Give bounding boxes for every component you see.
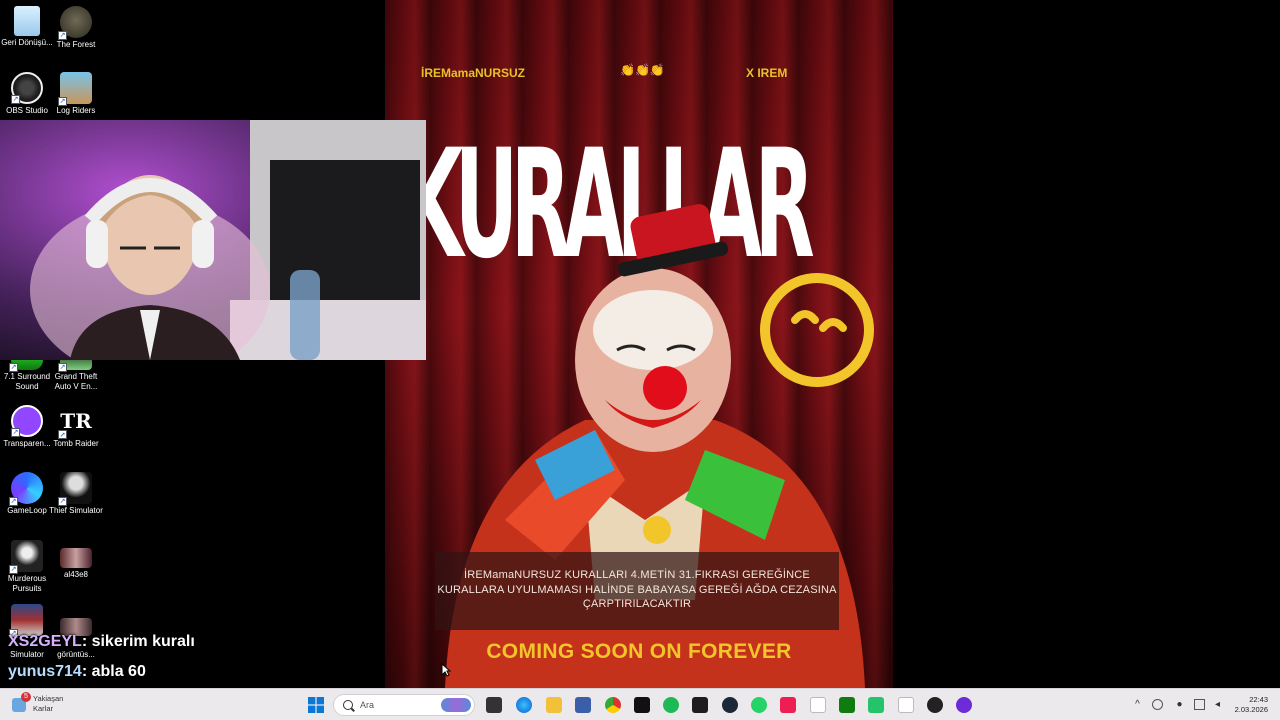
weather-text: Yakiaşan Karlar: [33, 694, 63, 714]
poster-caption-box: İREMamaNURSUZ KURALLARI 4.METİN 31.FIKRA…: [435, 552, 839, 630]
desktop-icon-label: The Forest: [56, 40, 96, 49]
desktop-icon-label: Tomb Raider: [53, 439, 99, 448]
poster-clap-emojis: 👏👏👏: [620, 63, 665, 77]
weather-line-2: Karlar: [33, 704, 54, 713]
desktop-icon-label: Simulator: [10, 650, 44, 659]
desktop-icon-label: Grand Theft Auto V En...: [54, 372, 98, 391]
desktop-icon-simulator[interactable]: ↗ Simulator: [0, 604, 54, 660]
edge-icon[interactable]: [516, 697, 532, 713]
desktop-icon-label: Geri Dönüşü...: [1, 38, 53, 47]
gameloop-icon: ↗: [9, 472, 43, 506]
the-forest-icon: ↗: [58, 6, 92, 40]
desktop-icon-tomb-raider[interactable]: TR ↗ Tomb Raider: [49, 405, 103, 449]
chat-text: : sikerim kuralı: [81, 633, 195, 650]
desktop-icon-label: al43e8: [63, 570, 89, 579]
chat-message: XS2GEYL: sikerim kuralı: [8, 633, 195, 651]
desktop-icon-log-riders[interactable]: ↗ Log Riders: [49, 72, 103, 116]
desktop-icon-label: Murderous Pursuits: [7, 574, 47, 593]
weather-line-1: Yakiaşan: [33, 694, 64, 703]
webcam-feed: [0, 120, 426, 360]
spotify-icon[interactable]: [663, 697, 679, 713]
clown-nose: [643, 366, 687, 410]
search-highlight-icon: [441, 698, 471, 712]
webcam-overlay: [0, 120, 426, 360]
desktop-icon-label: 7.1 Surround Sound: [3, 372, 51, 391]
desktop-icon-al43e8[interactable]: al43e8: [49, 540, 103, 580]
obs-studio-icon: ↗: [11, 72, 43, 104]
desktop-icon-recycle-bin[interactable]: Geri Dönüşü...: [0, 6, 54, 48]
desktop-icon-label: Transparen...: [3, 439, 51, 448]
simulator-icon: ↗: [9, 604, 43, 638]
weather-widget[interactable]: 5: [12, 692, 31, 713]
microsoft-store-icon[interactable]: [575, 697, 591, 713]
tray-app-icon[interactable]: [868, 697, 884, 713]
chat-message: yunus714: abla 60: [8, 663, 146, 681]
tomb-raider-icon: TR ↗: [58, 405, 92, 439]
desktop-icon-label: görüntüs...: [57, 650, 95, 659]
steam-icon[interactable]: [722, 697, 738, 713]
twitch-studio-icon[interactable]: [956, 697, 972, 713]
desktop-icon-thief-simulator[interactable]: ↗ Thief Simulator: [49, 472, 103, 516]
windows-logo-icon: [308, 697, 324, 713]
chat-username: yunus714: [8, 663, 82, 680]
desktop-icon-transparent-chat[interactable]: ↗ Transparen...: [0, 405, 54, 449]
tiktok-studio-icon[interactable]: [780, 697, 796, 713]
recycle-bin-icon: [14, 6, 40, 36]
poster-coming-soon: COMING SOON ON FOREVER: [486, 640, 792, 663]
notepad-icon[interactable]: [810, 697, 826, 713]
clock-date: 2.03.2026: [1234, 705, 1268, 714]
tiktok-icon[interactable]: [634, 697, 650, 713]
weather-badge: 5: [21, 692, 31, 702]
whatsapp-icon[interactable]: [751, 697, 767, 713]
clock-time: 22:43: [1249, 695, 1268, 704]
search-placeholder: Ara: [360, 700, 375, 710]
chrome-icon[interactable]: [605, 697, 621, 713]
smiley-ring: [760, 273, 874, 387]
tray-network-icon[interactable]: [1152, 699, 1163, 710]
tray-mic-icon[interactable]: ●: [1174, 699, 1185, 710]
media-player-icon[interactable]: [927, 697, 943, 713]
murderous-pursuits-icon: ↗: [9, 540, 43, 574]
search-box[interactable]: Ara: [333, 694, 475, 716]
desktop-icon-label: GameLoop: [7, 506, 47, 515]
taskbar-clock[interactable]: 22:43 2.03.2026: [1235, 695, 1268, 715]
chat-username: XS2GEYL: [8, 633, 82, 650]
document-icon[interactable]: [898, 697, 914, 713]
desktop-icon-gameloop[interactable]: ↗ GameLoop: [0, 472, 54, 516]
tray-volume-icon[interactable]: ◂: [1212, 699, 1223, 710]
poster-caption: İREMamaNURSUZ KURALLARI 4.METİN 31.FIKRA…: [437, 569, 837, 610]
tray-chevron-icon[interactable]: ^: [1132, 699, 1143, 710]
file-explorer-icon[interactable]: [546, 697, 562, 713]
desktop-icon-obs-studio[interactable]: ↗ OBS Studio: [0, 72, 54, 116]
tray-display-icon[interactable]: [1194, 699, 1205, 710]
taskbar: 5 Yakiaşan Karlar Ara ^ ● ◂ 22:43 2.03.2…: [0, 688, 1280, 720]
clown-poster: İREMamaNURSUZ 👏👏👏 X IREM KURALLAR İREMam…: [385, 0, 893, 688]
search-icon: [343, 700, 353, 710]
desktop-icon-label: Thief Simulator: [49, 506, 103, 515]
task-view-icon[interactable]: [486, 697, 502, 713]
thief-simulator-icon: ↗: [58, 472, 92, 506]
start-button[interactable]: [308, 697, 324, 713]
desktop-icon-label: Log Riders: [56, 106, 96, 115]
game-app-icon[interactable]: [692, 697, 708, 713]
log-riders-icon: ↗: [58, 72, 92, 106]
transparent-chat-icon: ↗: [11, 405, 43, 437]
desktop-icon-the-forest[interactable]: ↗ The Forest: [49, 6, 103, 50]
chat-text: : abla 60: [81, 663, 146, 680]
image-file-icon: [60, 548, 92, 568]
desktop-icon-murderous-pursuits[interactable]: ↗ Murderous Pursuits: [0, 540, 54, 594]
desktop: Geri Dönüşü... ↗ The Forest ↗ OBS Studio…: [0, 0, 1280, 688]
poster-top-left-text: İREMamaNURSUZ: [421, 66, 526, 80]
desktop-icon-label: OBS Studio: [6, 106, 48, 115]
mouse-cursor-icon: [441, 663, 451, 677]
poster-top-right-text: X IREM: [746, 66, 788, 80]
xbox-icon[interactable]: [839, 697, 855, 713]
